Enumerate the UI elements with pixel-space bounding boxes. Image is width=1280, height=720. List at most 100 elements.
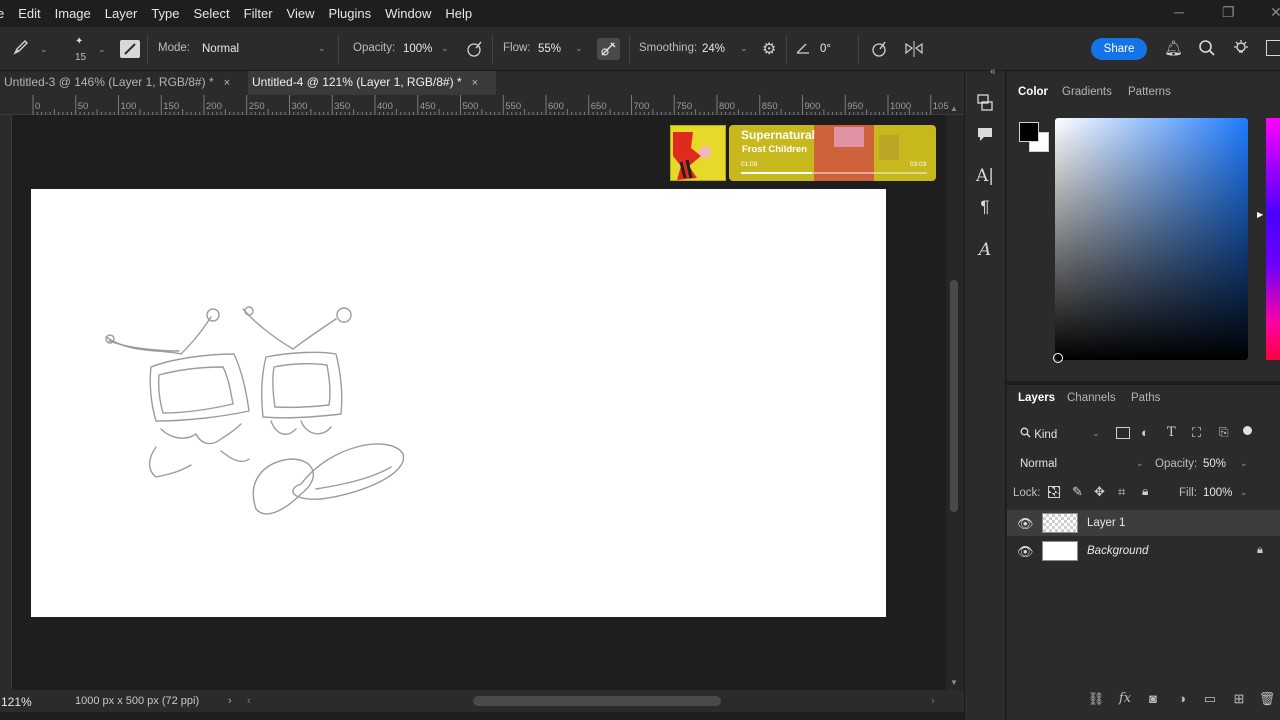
color-picker-handle[interactable] [1053,353,1063,363]
horizontal-scroll-thumb[interactable] [473,696,721,706]
pressure-opacity-icon[interactable] [464,39,484,62]
opacity-chevron-icon[interactable]: ⌄ [441,43,449,54]
menu-view[interactable]: View [280,0,322,27]
flow-chevron-icon[interactable]: ⌄ [575,43,583,54]
layer-name[interactable]: Layer 1 [1087,517,1125,529]
filter-toggle-icon[interactable] [1243,426,1252,435]
layer-filter-dropdown[interactable]: Kind [1014,425,1104,445]
close-window-icon[interactable]: ✕ [1270,4,1280,21]
brush-preview-icon[interactable]: ✦ [75,36,83,47]
tab-paths[interactable]: Paths [1131,392,1160,404]
menu-plugins[interactable]: Plugins [321,0,378,27]
filter-smart-object-icon[interactable]: ⎘ [1219,425,1229,440]
airbrush-icon[interactable] [597,38,620,60]
character-icon[interactable]: A| [975,166,995,186]
restore-icon[interactable]: ❐ [1222,4,1235,21]
brush-tool-icon[interactable] [10,38,32,60]
menu-file[interactable]: e [0,0,11,27]
opacity-input[interactable]: 100% [403,43,432,55]
menu-type[interactable]: Type [144,0,186,27]
collapse-panels-icon[interactable]: « [990,66,996,77]
tab-untitled-4[interactable]: Untitled-4 @ 121% (Layer 1, RGB/8#) * × [248,71,496,95]
brush-settings-icon[interactable] [120,40,140,58]
filter-shape-icon[interactable]: ⛶ [1192,425,1201,441]
layer-opacity-chevron-icon[interactable]: ⌄ [1240,458,1248,469]
menu-help[interactable]: Help [438,0,479,27]
scroll-up-icon[interactable]: ▲ [950,104,958,113]
menu-window[interactable]: Window [378,0,438,27]
fill-input[interactable]: 100% [1203,487,1232,499]
share-button[interactable]: Share [1091,38,1147,60]
layer-effects-icon[interactable]: fx [1116,690,1134,708]
now-playing-panel[interactable]: Supernatural Frost Children 01:09 03:03 [729,125,936,181]
brush-preset-chevron-icon[interactable]: ⌄ [98,44,106,55]
link-layers-icon[interactable]: ⛓ [1087,690,1105,708]
foreground-color-swatch[interactable] [1019,122,1039,142]
workspace-icon[interactable] [1266,40,1280,56]
scroll-down-icon[interactable]: ▼ [950,678,958,687]
history-icon[interactable] [975,93,995,113]
add-mask-icon[interactable]: ◙ [1144,690,1162,708]
comments-icon[interactable] [975,124,995,144]
visibility-eye-icon[interactable]: 👁︎ [1017,516,1034,532]
blend-mode-chevron-icon[interactable]: ⌄ [1136,458,1144,469]
close-tab-icon[interactable]: × [472,77,478,89]
lock-transparent-icon[interactable] [1048,486,1060,498]
blend-mode-dropdown[interactable]: Normal [1014,454,1146,474]
hue-slider[interactable] [1266,118,1280,360]
menu-select[interactable]: Select [187,0,237,27]
pressure-size-icon[interactable] [869,39,889,62]
lock-pixels-icon[interactable]: ✎ [1072,484,1083,500]
tool-preset-chevron-icon[interactable]: ⌄ [40,44,48,55]
hue-slider-arrow-icon[interactable]: ▶ [1257,210,1263,219]
visibility-eye-icon[interactable]: 👁︎ [1017,544,1034,560]
delete-layer-icon[interactable]: 🗑︎ [1258,690,1276,708]
mode-dropdown[interactable]: Normal [202,43,239,55]
minimize-icon[interactable]: ─ [1174,4,1184,20]
angle-input[interactable]: 0° [820,43,831,55]
menu-layer[interactable]: Layer [98,0,145,27]
filter-adjustment-icon[interactable]: ◐ [1141,425,1149,440]
color-picker-field[interactable] [1055,118,1248,360]
flow-input[interactable]: 55% [538,43,561,55]
smoothing-input[interactable]: 24% [702,43,725,55]
tab-gradients[interactable]: Gradients [1062,86,1112,98]
layer-row[interactable]: 👁︎ Layer 1 [1007,510,1280,536]
bell-icon[interactable]: 🔔︎ [1164,39,1183,57]
tab-channels[interactable]: Channels [1067,392,1116,404]
search-icon[interactable] [1198,39,1216,60]
new-group-icon[interactable]: ▭ [1201,690,1219,708]
new-layer-icon[interactable]: ⊞ [1230,690,1248,708]
layer-name[interactable]: Background [1087,545,1148,557]
scroll-left-icon[interactable]: ‹ [247,695,251,707]
menu-filter[interactable]: Filter [237,0,280,27]
filter-chevron-icon[interactable]: ⌄ [1092,428,1100,439]
menu-image[interactable]: Image [48,0,98,27]
gear-icon[interactable]: ⚙ [762,39,776,59]
filter-type-icon[interactable]: T [1167,425,1176,440]
tab-untitled-3[interactable]: Untitled-3 @ 146% (Layer 1, RGB/8#) * × [0,71,246,95]
track-progress-bar[interactable] [741,172,927,174]
symmetry-icon[interactable] [903,39,925,62]
layer-lock-icon[interactable]: 🔒︎ [1257,544,1263,557]
tab-layers[interactable]: Layers [1018,392,1055,404]
tab-patterns[interactable]: Patterns [1128,86,1171,98]
scroll-right-icon[interactable]: › [931,695,935,707]
smoothing-chevron-icon[interactable]: ⌄ [740,43,748,54]
menu-edit[interactable]: Edit [11,0,47,27]
lock-artboard-icon[interactable]: ⌗ [1118,484,1125,500]
tab-color[interactable]: Color [1018,86,1048,98]
lock-all-icon[interactable]: 🔒︎ [1142,484,1148,499]
mode-chevron-icon[interactable]: ⌄ [318,43,326,54]
status-chevron-icon[interactable]: › [228,695,232,707]
layer-row[interactable]: 👁︎ Background 🔒︎ [1007,538,1280,564]
filter-pixel-icon[interactable] [1116,427,1130,439]
adjustment-layer-icon[interactable]: ◑ [1173,690,1191,708]
close-tab-icon[interactable]: × [224,77,230,89]
fill-chevron-icon[interactable]: ⌄ [1240,487,1248,498]
glyphs-icon[interactable]: A [975,240,995,260]
document-canvas[interactable] [31,189,886,617]
layer-opacity-input[interactable]: 50% [1203,458,1226,470]
lock-position-icon[interactable]: ✥ [1094,484,1105,500]
discover-icon[interactable] [1232,39,1250,60]
